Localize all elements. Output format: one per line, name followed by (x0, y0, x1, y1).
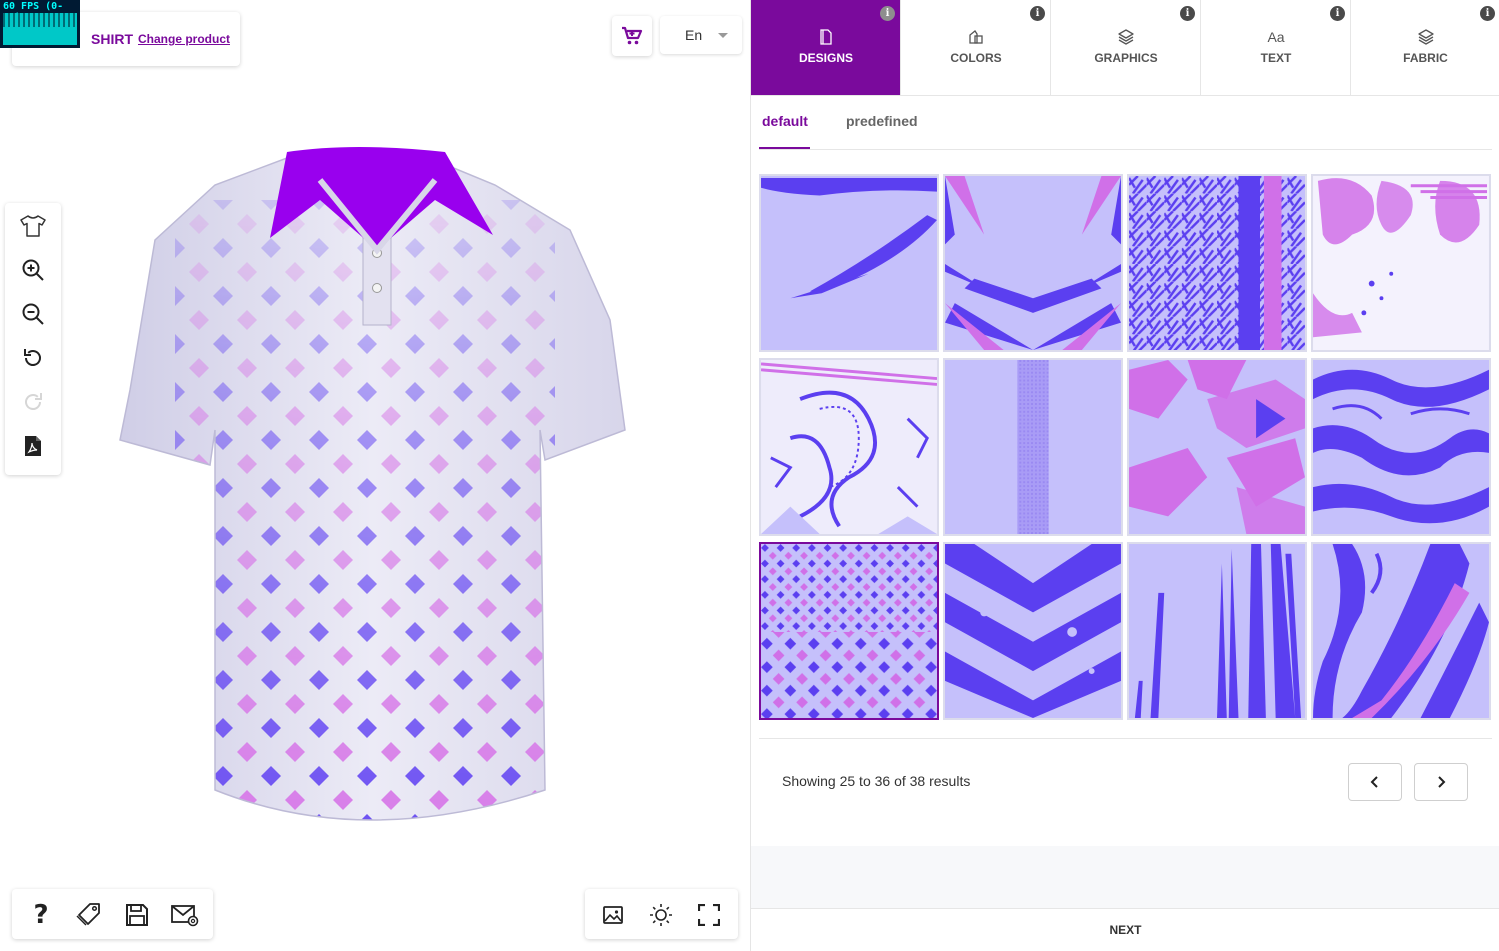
tab-fabric[interactable]: FABRIC i (1351, 0, 1499, 95)
undo-button[interactable] (13, 340, 53, 376)
active-subtab-indicator (759, 147, 810, 149)
design-preview (945, 176, 1121, 350)
chevron-down-icon (718, 33, 728, 38)
shirt-icon (20, 215, 46, 237)
design-tile[interactable] (1311, 358, 1491, 536)
design-tile[interactable] (759, 174, 939, 352)
tab-graphics[interactable]: GRAPHICS i (1051, 0, 1201, 95)
design-preview (1129, 544, 1305, 718)
price-button[interactable] (73, 899, 105, 931)
design-tile[interactable] (759, 358, 939, 536)
next-page-button[interactable] (1414, 763, 1468, 801)
design-tile[interactable] (759, 542, 939, 720)
layers-icon (1418, 29, 1434, 45)
price-tag-icon (76, 903, 100, 926)
help-icon: ? (33, 900, 49, 930)
save-icon (126, 904, 148, 926)
info-icon[interactable]: i (1480, 6, 1495, 21)
design-tile[interactable] (943, 542, 1123, 720)
redo-icon (25, 393, 42, 410)
info-icon[interactable]: i (880, 6, 895, 21)
tab-label: GRAPHICS (1094, 51, 1158, 65)
tab-label: TEXT (1260, 51, 1292, 65)
bottom-right-toolbar (585, 889, 738, 939)
brightness-icon (650, 904, 672, 926)
cart-button[interactable] (612, 16, 652, 56)
info-icon[interactable]: i (1030, 6, 1045, 21)
info-icon[interactable]: i (1180, 6, 1195, 21)
fullscreen-button[interactable] (693, 899, 725, 931)
zoom-out-button[interactable] (13, 296, 53, 332)
results-count: Showing 25 to 36 of 38 results (782, 773, 971, 789)
subtab-predefined[interactable]: predefined (846, 113, 918, 129)
colors-icon (969, 30, 983, 44)
shirt-button[interactable] (13, 208, 53, 244)
product-viewer[interactable]: 60 FPS (0-62) SHIRT Change product En (0, 0, 750, 951)
design-tile[interactable] (943, 358, 1123, 536)
language-value: En (685, 27, 703, 43)
fps-graph (3, 13, 77, 45)
design-preview (761, 176, 937, 350)
design-preview (1129, 176, 1305, 350)
design-tile[interactable] (1127, 542, 1307, 720)
zoom-in-icon (22, 259, 44, 281)
design-tile[interactable] (1127, 358, 1307, 536)
chevron-left-icon (1370, 776, 1378, 788)
shirt-preview[interactable] (115, 140, 630, 845)
tab-text[interactable]: Aa TEXT i (1201, 0, 1351, 95)
info-icon[interactable]: i (1330, 6, 1345, 21)
language-select[interactable]: En (660, 16, 742, 54)
design-preview (1313, 176, 1489, 350)
email-icon (171, 905, 199, 927)
undo-icon (24, 349, 41, 366)
redo-button[interactable] (13, 384, 53, 420)
previous-page-button[interactable] (1348, 763, 1402, 801)
lighting-button[interactable] (645, 899, 677, 931)
design-preview (1129, 360, 1305, 534)
divider (759, 738, 1492, 739)
customization-panel: DESIGNS i COLORS i GRAPHICS i Aa TEXT i (750, 0, 1499, 951)
design-tile[interactable] (1311, 174, 1491, 352)
image-icon (603, 906, 623, 924)
bottom-left-toolbar: ? (12, 889, 213, 939)
design-preview (761, 360, 937, 534)
next-button[interactable]: NEXT (751, 908, 1499, 951)
tab-colors[interactable]: COLORS i (901, 0, 1051, 95)
tab-label: COLORS (950, 51, 1002, 65)
tab-label: FABRIC (1403, 51, 1448, 65)
background-image-button[interactable] (597, 899, 629, 931)
email-button[interactable] (169, 899, 201, 931)
design-preview (761, 544, 937, 718)
tab-bar: DESIGNS i COLORS i GRAPHICS i Aa TEXT i (751, 0, 1499, 96)
product-name: SHIRT (91, 31, 133, 47)
pdf-button[interactable] (13, 428, 53, 464)
design-subtabs: default predefined (759, 96, 1492, 150)
design-tile[interactable] (1127, 174, 1307, 352)
zoom-in-button[interactable] (13, 252, 53, 288)
change-product-link[interactable]: Change product (138, 32, 230, 46)
save-button[interactable] (121, 899, 153, 931)
tab-designs[interactable]: DESIGNS i (751, 0, 901, 95)
design-tile[interactable] (1311, 542, 1491, 720)
design-preview (945, 360, 1121, 534)
footer-band (751, 846, 1499, 908)
text-icon: Aa (1267, 29, 1285, 45)
design-preview (945, 544, 1121, 718)
design-preview (1313, 360, 1489, 534)
fullscreen-icon (698, 904, 720, 926)
chevron-right-icon (1438, 776, 1446, 788)
help-button[interactable]: ? (25, 899, 57, 931)
pdf-icon (25, 436, 41, 456)
tab-label: DESIGNS (798, 51, 853, 65)
viewer-toolbar (5, 203, 61, 475)
designs-icon (820, 29, 832, 45)
design-tile[interactable] (943, 174, 1123, 352)
layers-icon (1118, 29, 1134, 45)
design-preview (1313, 544, 1489, 718)
cart-icon (622, 26, 643, 45)
zoom-out-icon (22, 303, 44, 325)
subtab-default[interactable]: default (762, 113, 808, 129)
fps-counter: 60 FPS (0-62) (0, 0, 80, 48)
